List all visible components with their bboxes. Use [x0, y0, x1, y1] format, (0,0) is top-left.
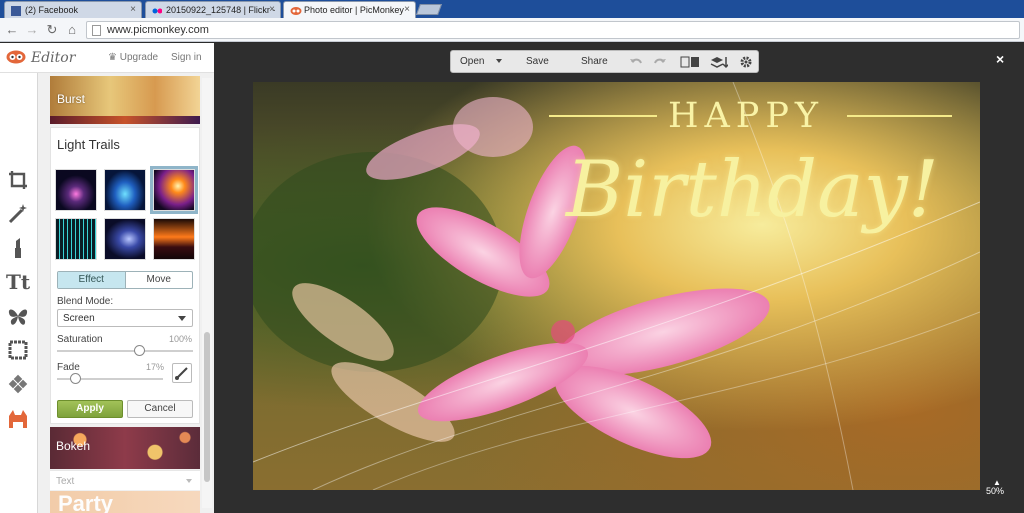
- monkey-icon[interactable]: [6, 406, 30, 430]
- chevron-down-icon: [186, 479, 192, 483]
- birthday-text: Birthday!: [566, 145, 939, 235]
- flower-artwork: [253, 82, 980, 490]
- tab-bar: (2) Facebook × 20150922_125748 | Flickr …: [0, 0, 1024, 18]
- layers-icon[interactable]: [710, 55, 730, 69]
- tab-effect[interactable]: Effect: [58, 272, 126, 288]
- back-icon[interactable]: ←: [4, 22, 20, 38]
- url-text: www.picmonkey.com: [107, 24, 209, 36]
- text-dropdown-label: Text: [56, 476, 75, 487]
- compare-icon[interactable]: [680, 55, 700, 69]
- frame-icon[interactable]: [6, 338, 30, 362]
- upgrade-link[interactable]: ♛ Upgrade: [108, 52, 158, 63]
- party-label: Party: [58, 491, 114, 513]
- divider-right: [847, 115, 952, 117]
- editor-toolbar: Open Save Share: [450, 50, 759, 73]
- close-editor-icon[interactable]: ×: [996, 51, 1004, 67]
- text-tool-glyph: Tt: [6, 270, 31, 294]
- burst-strip: [50, 116, 200, 124]
- photo-canvas[interactable]: [253, 82, 980, 490]
- page-icon: [92, 25, 101, 36]
- editor-title: Editor: [31, 50, 76, 66]
- panel-scrollbar-thumb[interactable]: [204, 332, 210, 482]
- cancel-button[interactable]: Cancel: [127, 400, 193, 418]
- lipstick-icon[interactable]: [6, 236, 30, 260]
- editor-header: Editor ♛ Upgrade Sign in: [0, 43, 214, 73]
- saturation-track[interactable]: [57, 350, 193, 352]
- tab-title: Photo editor | PicMonkey: [304, 5, 404, 15]
- magic-wand-icon[interactable]: [6, 202, 30, 226]
- card-title: Light Trails: [57, 137, 120, 152]
- chevron-down-icon: [178, 316, 186, 321]
- blend-mode-select[interactable]: Screen: [57, 309, 193, 327]
- bokeh-category[interactable]: Bokeh: [50, 427, 200, 469]
- upgrade-label: Upgrade: [119, 52, 159, 63]
- party-category[interactable]: Party: [50, 491, 200, 513]
- save-button[interactable]: Save: [526, 56, 549, 67]
- bokeh-label: Bokeh: [56, 439, 91, 453]
- tab-picmonkey[interactable]: Photo editor | PicMonkey ×: [283, 1, 416, 18]
- tab-title: 20150922_125748 | Flickr -: [166, 5, 276, 15]
- light-trail-thumb[interactable]: [104, 218, 146, 260]
- url-input[interactable]: www.picmonkey.com: [86, 21, 1020, 39]
- monkey-logo-icon: [6, 50, 26, 64]
- share-button[interactable]: Share: [581, 56, 608, 67]
- tab-move[interactable]: Move: [126, 272, 193, 288]
- apply-button[interactable]: Apply: [57, 400, 123, 418]
- open-button[interactable]: Open: [460, 56, 503, 67]
- paintbrush-icon: [175, 367, 188, 380]
- burst-category[interactable]: Burst: [50, 76, 200, 124]
- blend-mode-label: Blend Mode:: [57, 296, 114, 307]
- tab-title: (2) Facebook: [25, 5, 79, 15]
- text-dropdown[interactable]: Text: [50, 470, 200, 490]
- facebook-icon: [11, 6, 21, 16]
- light-trail-thumb-selected[interactable]: [150, 166, 198, 214]
- address-bar: ← → ↻ ⌂ www.picmonkey.com: [0, 18, 1024, 42]
- fade-label: Fade: [57, 362, 80, 373]
- close-tab-icon[interactable]: ×: [269, 4, 275, 15]
- crop-icon[interactable]: [6, 168, 30, 192]
- reload-icon[interactable]: ↻: [44, 22, 60, 38]
- divider-left: [549, 115, 657, 117]
- open-label: Open: [460, 56, 485, 67]
- home-icon[interactable]: ⌂: [64, 22, 80, 38]
- happy-text: HAPPY: [668, 96, 825, 136]
- crown-icon: ♛: [108, 52, 117, 63]
- saturation-label: Saturation: [57, 334, 103, 345]
- light-trail-thumb[interactable]: [153, 218, 195, 260]
- gear-icon[interactable]: [739, 55, 753, 69]
- chevron-down-icon: [496, 59, 503, 64]
- tab-facebook[interactable]: (2) Facebook ×: [4, 1, 142, 18]
- redo-icon[interactable]: [653, 55, 667, 69]
- picmonkey-icon: [290, 6, 302, 16]
- fade-value: 17%: [145, 362, 164, 372]
- saturation-value: 100%: [168, 334, 192, 344]
- text-icon[interactable]: Tt: [6, 270, 30, 294]
- flickr-icon: [152, 6, 163, 16]
- forward-icon[interactable]: →: [24, 22, 40, 38]
- fade-slider-handle[interactable]: [70, 373, 82, 384]
- burst-label: Burst: [57, 92, 86, 106]
- light-trail-thumb[interactable]: [104, 169, 146, 211]
- sign-in-link[interactable]: Sign in: [171, 52, 202, 63]
- saturation-slider-handle[interactable]: [133, 345, 145, 356]
- zoom-level[interactable]: 50%: [986, 486, 1004, 496]
- light-trail-thumb[interactable]: [55, 169, 97, 211]
- brush-button[interactable]: [172, 363, 192, 383]
- texture-icon[interactable]: [6, 372, 30, 396]
- butterfly-icon[interactable]: [6, 304, 30, 328]
- light-trails-card: Light Trails Effect Move Blend Mode: Scr…: [50, 127, 200, 424]
- blend-mode-value: Screen: [63, 313, 95, 324]
- light-trail-thumb[interactable]: [55, 218, 97, 260]
- undo-icon[interactable]: [629, 55, 643, 69]
- new-tab-button[interactable]: [415, 4, 443, 15]
- mode-toggle: Effect Move: [57, 271, 193, 289]
- close-tab-icon[interactable]: ×: [130, 4, 136, 15]
- close-tab-icon[interactable]: ×: [404, 4, 410, 15]
- tab-flickr[interactable]: 20150922_125748 | Flickr - ×: [145, 1, 281, 18]
